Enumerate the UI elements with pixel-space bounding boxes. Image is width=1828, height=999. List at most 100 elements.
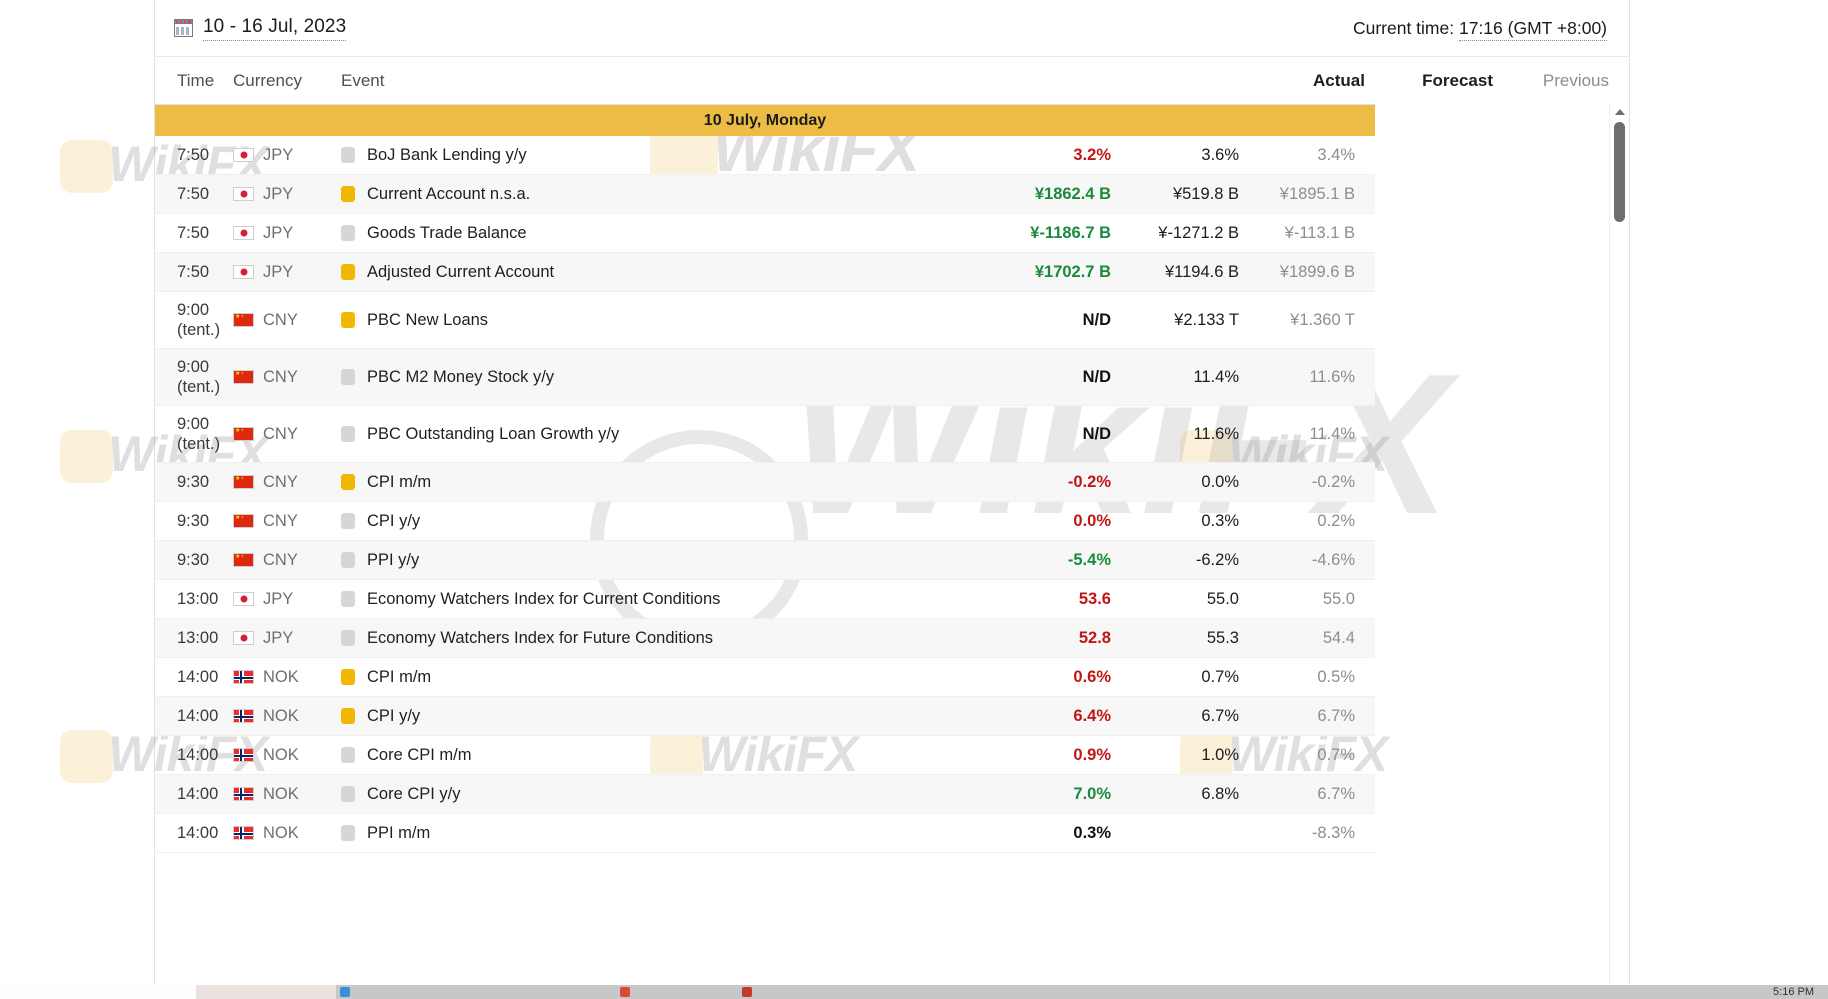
event-name[interactable]: BoJ Bank Lending y/y — [367, 146, 527, 165]
cell-forecast: -6.2% — [1195, 550, 1239, 569]
scroll-up-arrow-icon[interactable] — [1615, 109, 1625, 115]
currency-code: NOK — [263, 745, 299, 764]
table-row[interactable]: 9:00 (tent.) ★ ★ CNY PBC Outstanding Loan Gro… — [155, 406, 1375, 463]
cell-time: 14:00 — [155, 784, 233, 804]
cell-forecast: 6.7% — [1201, 706, 1239, 725]
cell-forecast: 55.3 — [1206, 628, 1239, 647]
cell-time: 9:00 (tent.) — [155, 300, 233, 340]
event-name[interactable]: PPI y/y — [367, 551, 419, 570]
event-name[interactable]: Core CPI m/m — [367, 746, 472, 765]
cell-previous: 11.4% — [1309, 424, 1355, 443]
cell-event: Adjusted Current Account — [341, 263, 991, 282]
cell-currency: ★ ★ CNY — [233, 425, 341, 444]
vertical-scrollbar[interactable] — [1609, 104, 1629, 985]
flag-icon-jp — [233, 265, 254, 279]
economic-calendar-widget: 10 - 16 Jul, 2023 Current time: 17:16 (G… — [154, 0, 1630, 985]
cell-actual: ¥-1186.7 B — [1030, 223, 1111, 242]
current-time-value: 17:16 (GMT +8:00) — [1458, 17, 1607, 41]
table-row[interactable]: 9:30 ★ ★ CNY CPI m/m -0.2% 0.0% -0.2% — [155, 463, 1375, 502]
table-row[interactable]: 14:00 NOK Core CPI y/y 7.0% 6.8% 6.7% — [155, 775, 1375, 814]
currency-code: NOK — [263, 667, 299, 686]
scrollbar-thumb[interactable] — [1614, 122, 1625, 222]
cell-time: 7:50 — [155, 223, 233, 243]
event-name[interactable]: CPI m/m — [367, 473, 431, 492]
flag-icon-cn: ★ ★ — [233, 427, 254, 441]
event-name[interactable]: Current Account n.s.a. — [367, 185, 530, 204]
table-row[interactable]: 9:00 (tent.) ★ ★ CNY PBC M2 Money Stock y/y N/… — [155, 349, 1375, 406]
column-header-forecast[interactable]: Forecast — [1365, 71, 1493, 91]
table-row[interactable]: 9:30 ★ ★ CNY CPI y/y 0.0% 0.3% 0.2% — [155, 502, 1375, 541]
event-name[interactable]: Core CPI y/y — [367, 785, 461, 804]
flag-icon-no — [233, 787, 254, 801]
cell-previous: -0.2% — [1311, 472, 1355, 491]
taskbar-clock[interactable]: 5:16 PM — [1773, 985, 1814, 999]
cell-event: Economy Watchers Index for Current Condi… — [341, 590, 991, 609]
cell-time: 7:50 — [155, 262, 233, 282]
table-row[interactable]: 14:00 NOK CPI m/m 0.6% 0.7% 0.5% — [155, 658, 1375, 697]
currency-code: JPY — [263, 223, 294, 242]
event-name[interactable]: PBC New Loans — [367, 311, 488, 330]
currency-code: JPY — [263, 184, 294, 203]
calendar-toolbar: 10 - 16 Jul, 2023 Current time: 17:16 (G… — [155, 0, 1629, 57]
currency-code: CNY — [263, 424, 298, 443]
table-row[interactable]: 7:50 JPY Adjusted Current Account ¥1702.7 B… — [155, 253, 1375, 292]
cell-actual: ¥1702.7 B — [1034, 262, 1111, 281]
column-header-event[interactable]: Event — [341, 71, 1245, 91]
event-name[interactable]: Goods Trade Balance — [367, 224, 527, 243]
impact-indicator-icon — [341, 591, 355, 607]
table-row[interactable]: 13:00 JPY Economy Watchers Index for Curre… — [155, 580, 1375, 619]
cell-time: 13:00 — [155, 589, 233, 609]
cell-forecast: ¥-1271.2 B — [1158, 223, 1239, 242]
table-row[interactable]: 7:50 JPY BoJ Bank Lending y/y 3.2% 3.6% 3.4% — [155, 136, 1375, 175]
impact-indicator-icon — [341, 426, 355, 442]
cell-event: PBC Outstanding Loan Growth y/y — [341, 425, 991, 444]
cell-currency: ★ ★ CNY — [233, 512, 341, 531]
event-name[interactable]: PBC Outstanding Loan Growth y/y — [367, 425, 619, 444]
cell-currency: ★ ★ CNY — [233, 551, 341, 570]
event-name[interactable]: Economy Watchers Index for Current Condi… — [367, 590, 720, 609]
taskbar-browser-icon[interactable] — [340, 987, 350, 997]
column-header-currency[interactable]: Currency — [233, 71, 341, 91]
cell-forecast: ¥519.8 B — [1172, 184, 1239, 203]
taskbar-apps-area[interactable] — [196, 985, 336, 999]
event-name[interactable]: Adjusted Current Account — [367, 263, 554, 282]
flag-icon-jp — [233, 592, 254, 606]
cell-actual: 0.9% — [1073, 745, 1111, 764]
table-row[interactable]: 14:00 NOK PPI m/m 0.3% -8.3% — [155, 814, 1375, 853]
table-row[interactable]: 13:00 JPY Economy Watchers Index for Futur… — [155, 619, 1375, 658]
column-header-previous[interactable]: Previous — [1493, 71, 1629, 91]
cell-currency: NOK — [233, 746, 341, 765]
cell-currency: JPY — [233, 185, 341, 204]
currency-code: JPY — [263, 589, 294, 608]
flag-icon-jp — [233, 187, 254, 201]
table-row[interactable]: 9:00 (tent.) ★ ★ CNY PBC New Loans N/D ¥2.133 T… — [155, 292, 1375, 349]
event-time: 7:50 — [177, 223, 210, 242]
table-row[interactable]: 9:30 ★ ★ CNY PPI y/y -5.4% -6.2% -4.6% — [155, 541, 1375, 580]
impact-indicator-icon — [341, 474, 355, 490]
event-name[interactable]: CPI y/y — [367, 707, 420, 726]
cell-previous: ¥-113.1 B — [1284, 223, 1355, 242]
event-time: 7:50 — [177, 262, 210, 281]
cell-actual: 7.0% — [1073, 784, 1111, 803]
taskbar-start-area[interactable] — [0, 985, 196, 999]
table-row[interactable]: 14:00 NOK CPI y/y 6.4% 6.7% 6.7% — [155, 697, 1375, 736]
cell-actual: 0.0% — [1073, 511, 1111, 530]
taskbar-app-icon-1[interactable] — [620, 987, 630, 997]
event-time: 14:00 — [177, 745, 219, 764]
event-name[interactable]: CPI m/m — [367, 668, 431, 687]
table-row[interactable]: 7:50 JPY Current Account n.s.a. ¥1862.4 B ¥5… — [155, 175, 1375, 214]
cell-previous: -8.3% — [1311, 823, 1355, 842]
taskbar-app-icon-2[interactable] — [742, 987, 752, 997]
event-name[interactable]: PPI m/m — [367, 824, 430, 843]
event-name[interactable]: PBC M2 Money Stock y/y — [367, 368, 554, 387]
date-range-picker[interactable]: 10 - 16 Jul, 2023 — [174, 16, 347, 41]
current-time[interactable]: Current time: 17:16 (GMT +8:00) — [1353, 17, 1607, 41]
event-name[interactable]: Economy Watchers Index for Future Condit… — [367, 629, 713, 648]
table-row[interactable]: 7:50 JPY Goods Trade Balance ¥-1186.7 B ¥-12… — [155, 214, 1375, 253]
column-header-actual[interactable]: Actual — [1245, 71, 1365, 91]
column-header-time[interactable]: Time — [155, 71, 233, 91]
flag-icon-no — [233, 709, 254, 723]
cell-actual: 53.6 — [1078, 589, 1111, 608]
table-row[interactable]: 14:00 NOK Core CPI m/m 0.9% 1.0% 0.7% — [155, 736, 1375, 775]
event-name[interactable]: CPI y/y — [367, 512, 420, 531]
